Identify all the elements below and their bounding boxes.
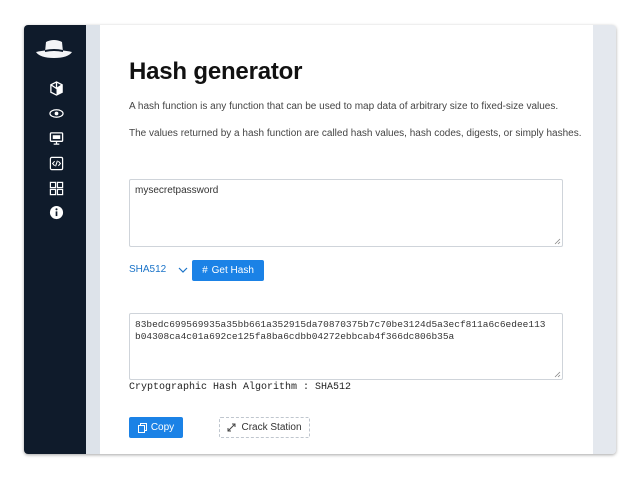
- copy-label: Copy: [150, 422, 175, 433]
- copy-icon: [137, 422, 147, 433]
- cube-icon[interactable]: [48, 80, 64, 96]
- expand-icon: [227, 423, 236, 432]
- algorithm-value: SHA512: [129, 264, 167, 275]
- hash-output-line: b04308ca4c01a692ce125fa8ba6cdbb04272ebbc…: [135, 331, 455, 342]
- eye-icon[interactable]: [48, 105, 64, 121]
- monitor-icon[interactable]: [48, 130, 64, 146]
- algorithm-label: Cryptographic Hash Algorithm : SHA512: [129, 382, 352, 393]
- main-content: Hash generator A hash function is any fu…: [100, 25, 593, 454]
- input-textarea[interactable]: mysecretpassword: [129, 179, 563, 247]
- grid-icon[interactable]: [48, 180, 64, 196]
- app-window: Hash generator A hash function is any fu…: [24, 25, 616, 454]
- hash-output-line: 83bedc699569935a35bb661a352915da70870375…: [135, 319, 546, 330]
- input-value: mysecretpassword: [135, 185, 219, 196]
- hash-icon: #: [202, 265, 208, 276]
- resize-handle[interactable]: [554, 238, 561, 245]
- algorithm-select[interactable]: SHA512: [129, 264, 188, 275]
- right-gutter: [593, 25, 616, 454]
- copy-button[interactable]: Copy: [129, 417, 183, 438]
- page-title: Hash generator: [129, 58, 303, 85]
- crack-station-label: Crack Station: [241, 422, 302, 433]
- chevron-down-icon: [178, 267, 188, 273]
- description-text: A hash function is any function that can…: [129, 101, 559, 112]
- sidebar: [24, 25, 86, 454]
- info-icon[interactable]: [48, 204, 64, 220]
- get-hash-button[interactable]: # Get Hash: [192, 260, 264, 281]
- code-icon[interactable]: [48, 155, 64, 171]
- output-textarea[interactable]: 83bedc699569935a35bb661a352915da70870375…: [129, 313, 563, 380]
- sidebar-divider: [86, 25, 100, 454]
- description-text: The values returned by a hash function a…: [129, 128, 582, 139]
- resize-handle[interactable]: [554, 371, 561, 378]
- get-hash-label: Get Hash: [211, 265, 254, 276]
- crack-station-button[interactable]: Crack Station: [219, 417, 310, 438]
- hat-logo[interactable]: [34, 38, 74, 62]
